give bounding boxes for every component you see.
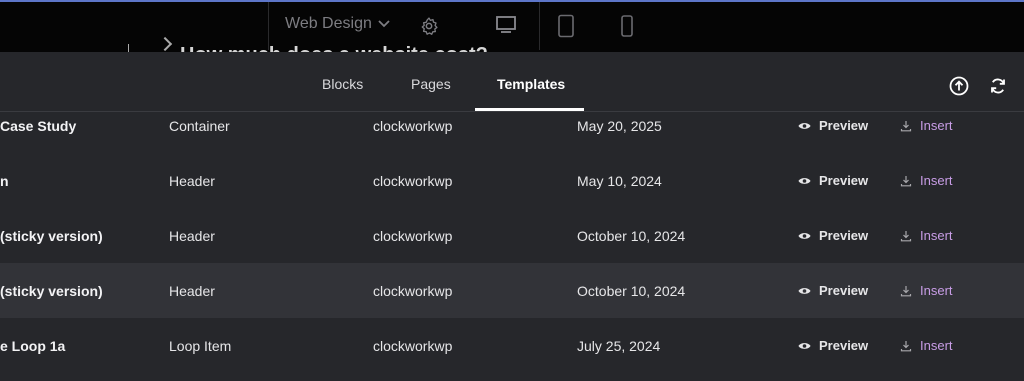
- table-row: e Loop 1a Loop Item clockworkwp July 25,…: [0, 318, 1024, 373]
- template-author: clockworkwp: [373, 283, 453, 299]
- preview-button[interactable]: Preview: [798, 228, 868, 243]
- insert-button[interactable]: Insert: [900, 338, 953, 353]
- template-type: Header: [169, 228, 215, 244]
- template-type: Loop Item: [169, 338, 232, 354]
- template-date: May 10, 2024: [577, 173, 662, 189]
- tab-blocks[interactable]: Blocks: [322, 76, 363, 92]
- template-name: n: [0, 173, 9, 189]
- preview-button[interactable]: Preview: [798, 173, 868, 188]
- template-author: clockworkwp: [373, 338, 453, 354]
- insert-button[interactable]: Insert: [900, 173, 953, 188]
- eye-icon: [798, 287, 811, 294]
- preview-button[interactable]: Preview: [798, 338, 868, 353]
- insert-label: Insert: [920, 173, 953, 188]
- template-date: May 20, 2025: [577, 118, 662, 134]
- template-date: October 10, 2024: [577, 228, 686, 244]
- eye-icon: [798, 122, 811, 129]
- template-type: Container: [169, 118, 230, 134]
- tab-pages[interactable]: Pages: [411, 76, 451, 92]
- eye-icon: [798, 342, 811, 349]
- insert-label: Insert: [920, 283, 953, 298]
- desktop-icon[interactable]: [495, 15, 517, 35]
- table-row: (sticky version) Header clockworkwp Octo…: [0, 208, 1024, 263]
- template-date: July 25, 2024: [577, 338, 661, 354]
- template-type: Header: [169, 283, 215, 299]
- insert-button[interactable]: Insert: [900, 228, 953, 243]
- template-author: clockworkwp: [373, 118, 453, 134]
- preview-button[interactable]: Preview: [798, 283, 868, 298]
- tablet-icon[interactable]: [557, 14, 575, 38]
- template-name: (sticky version): [0, 228, 103, 244]
- preview-label: Preview: [819, 338, 869, 353]
- insert-label: Insert: [920, 118, 953, 133]
- table-row: Case Study Container clockworkwp May 20,…: [0, 98, 1024, 153]
- template-name: e Loop 1a: [0, 338, 66, 354]
- preview-label: Preview: [819, 173, 869, 188]
- insert-label: Insert: [920, 338, 953, 353]
- site-dropdown-label[interactable]: Web Design: [285, 15, 372, 33]
- behind-list-marker: [128, 44, 129, 52]
- tab-templates[interactable]: Templates: [497, 76, 565, 92]
- chevron-down-icon[interactable]: [377, 18, 391, 28]
- gear-icon[interactable]: [419, 16, 439, 36]
- upload-icon[interactable]: [949, 76, 969, 96]
- table-row: (sticky version) Header clockworkwp Octo…: [0, 263, 1024, 318]
- download-icon: [900, 230, 912, 241]
- template-date: October 10, 2024: [577, 283, 686, 299]
- download-icon: [900, 120, 912, 131]
- preview-label: Preview: [819, 118, 869, 133]
- download-icon: [900, 285, 912, 296]
- table-row: n Header clockworkwp May 10, 2024 Previe…: [0, 153, 1024, 208]
- insert-button[interactable]: Insert: [900, 118, 953, 133]
- download-icon: [900, 340, 912, 351]
- behind-page-heading: How much does a website cost?: [180, 44, 488, 52]
- template-author: clockworkwp: [373, 173, 453, 189]
- template-name: (sticky version): [0, 283, 103, 299]
- preview-label: Preview: [819, 283, 869, 298]
- insert-label: Insert: [920, 228, 953, 243]
- preview-button[interactable]: Preview: [798, 118, 868, 133]
- editor-top-bar: Web Design How much does a website cost?: [0, 0, 1024, 52]
- template-type: Header: [169, 173, 215, 189]
- preview-label: Preview: [819, 228, 869, 243]
- behind-chevron: [158, 36, 173, 52]
- download-icon: [900, 175, 912, 186]
- template-author: clockworkwp: [373, 228, 453, 244]
- sync-icon[interactable]: [988, 76, 1008, 96]
- eye-icon: [798, 232, 811, 239]
- template-name: Case Study: [0, 118, 77, 134]
- mobile-icon[interactable]: [620, 14, 634, 38]
- eye-icon: [798, 177, 811, 184]
- insert-button[interactable]: Insert: [900, 283, 953, 298]
